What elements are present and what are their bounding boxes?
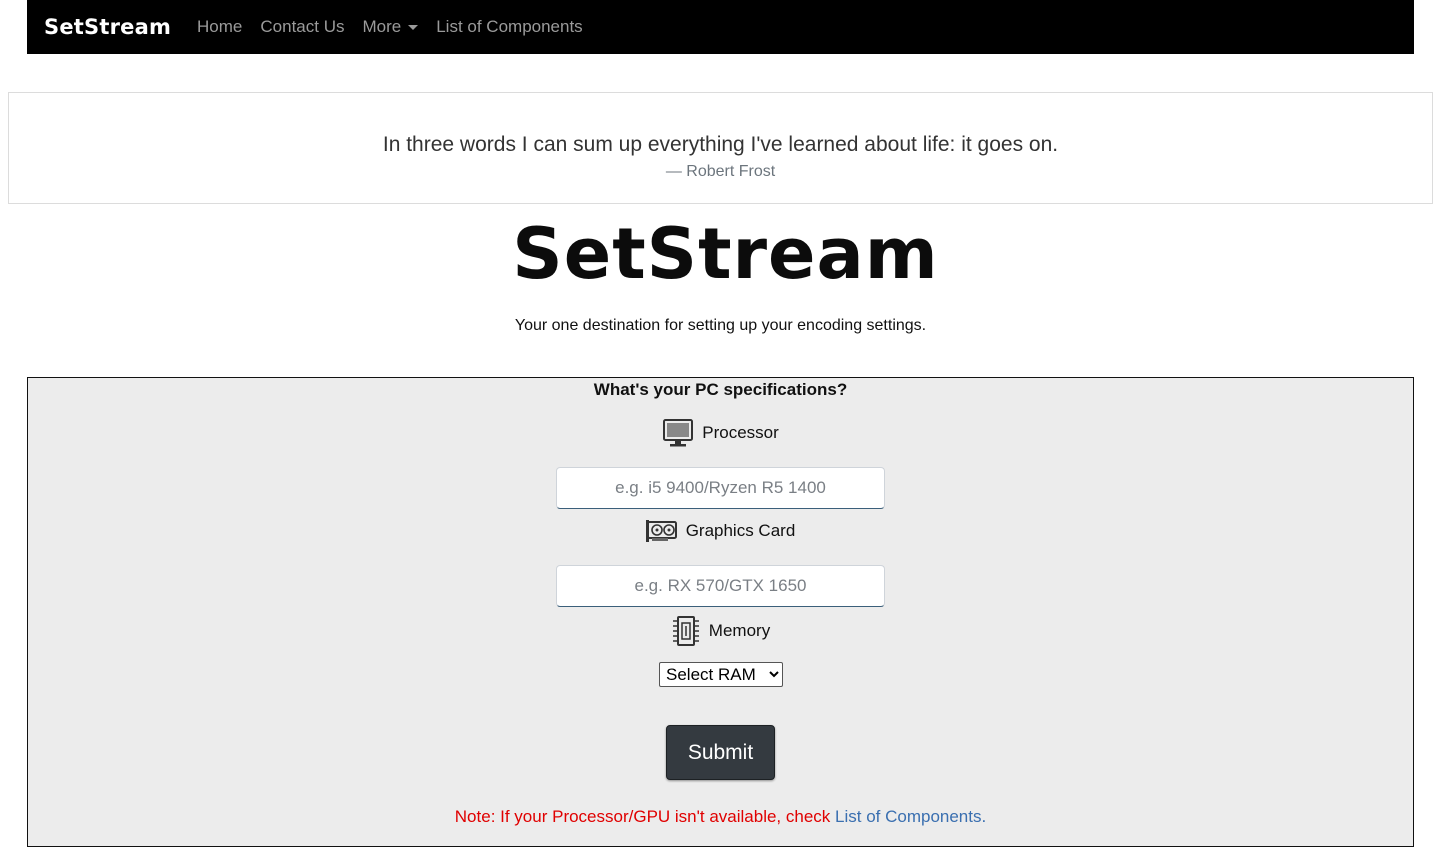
monitor-icon: [663, 419, 694, 447]
availability-note: Note: If your Processor/GPU isn't availa…: [28, 807, 1413, 827]
graphics-card-icon: [645, 520, 677, 542]
nav-dropdown-more-label: More: [362, 17, 402, 36]
quote-card: In three words I can sum up everything I…: [8, 92, 1433, 204]
quote-author: — Robert Frost: [665, 163, 776, 180]
ram-select[interactable]: Select RAM: [659, 662, 783, 687]
processor-label-row: Processor: [28, 418, 1413, 448]
list-of-components-link[interactable]: List of Components.: [835, 807, 986, 826]
processor-label: Processor: [702, 423, 779, 442]
top-navbar: SetStream Home Contact Us More List of C…: [27, 0, 1414, 54]
setstream-logo: SetStream: [512, 213, 939, 295]
graphics-card-label: Graphics Card: [685, 521, 796, 540]
pc-specs-form: What's your PC specifications? Processor…: [27, 377, 1414, 847]
nav-link-contact-us[interactable]: Contact Us: [260, 17, 344, 37]
memory-chip-icon: [672, 616, 699, 646]
nav-dropdown-more[interactable]: More: [362, 17, 419, 37]
tagline: Your one destination for setting up your…: [514, 317, 927, 334]
graphics-card-label-row: Graphics Card: [28, 518, 1413, 544]
processor-input[interactable]: [556, 467, 885, 509]
submit-button[interactable]: Submit: [666, 725, 775, 780]
form-heading: What's your PC specifications?: [593, 380, 848, 399]
navbar-brand[interactable]: SetStream: [44, 15, 171, 39]
note-text: Note: If your Processor/GPU isn't availa…: [454, 807, 836, 826]
graphics-card-input[interactable]: [556, 565, 885, 607]
nav-link-list-of-components[interactable]: List of Components: [436, 17, 582, 37]
caret-down-icon: [408, 24, 419, 30]
quote-text: In three words I can sum up everything I…: [382, 133, 1059, 156]
memory-label-row: Memory: [28, 615, 1413, 647]
memory-label: Memory: [708, 621, 771, 640]
nav-link-home[interactable]: Home: [197, 17, 242, 37]
